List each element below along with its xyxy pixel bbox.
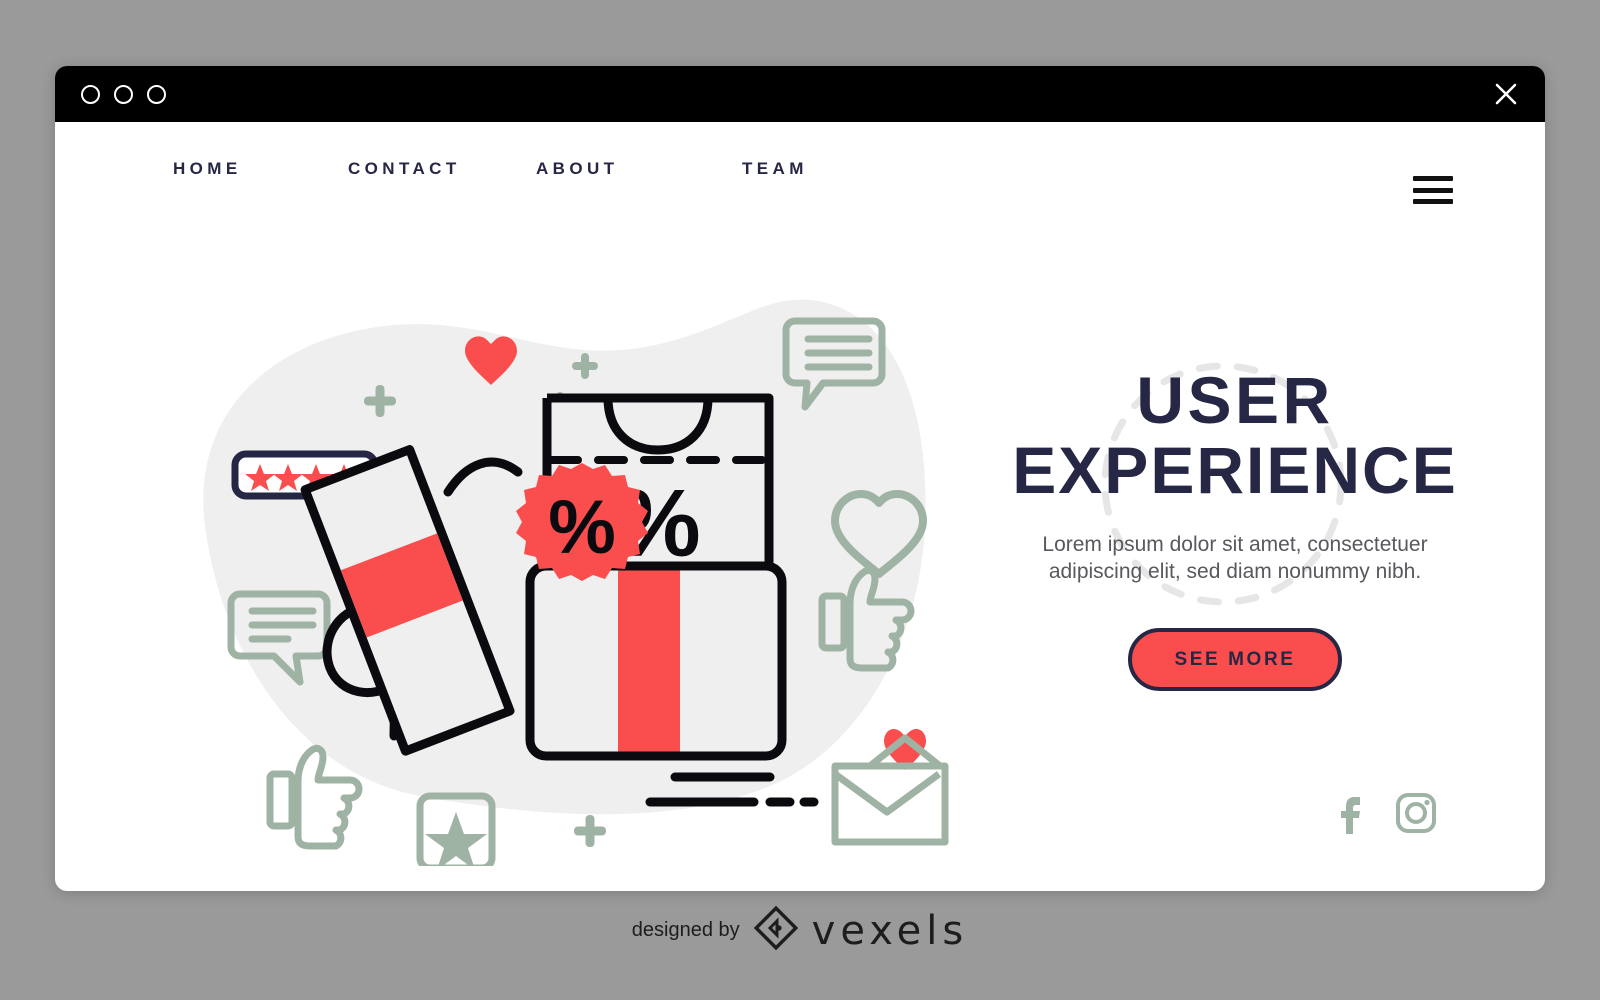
hamburger-bar-2 xyxy=(1413,187,1453,193)
gift-box-body xyxy=(525,561,787,761)
subtext-line-1: Lorem ipsum dolor sit amet, consectetuer xyxy=(1042,532,1428,556)
star-box-icon xyxy=(416,792,496,866)
hamburger-menu-icon[interactable] xyxy=(1413,176,1453,204)
window-dot-1[interactable] xyxy=(81,84,100,104)
footer-credit: designed by vexels xyxy=(0,905,1600,956)
see-more-button[interactable]: SEE MORE xyxy=(1128,627,1342,691)
facebook-icon[interactable] xyxy=(1337,791,1363,835)
hero-illustration: % % xyxy=(130,226,970,866)
envelope-heart-icon xyxy=(831,728,949,846)
hamburger-bar-1 xyxy=(1413,176,1453,181)
hamburger-bar-3 xyxy=(1413,199,1453,204)
dashed-arc-decor xyxy=(968,846,1368,891)
vexels-wordmark: vexels xyxy=(811,907,969,954)
hero-subtext: Lorem ipsum dolor sit amet, consectetuer… xyxy=(935,532,1535,586)
badge-percent-label: % xyxy=(548,485,616,570)
nav-item-home[interactable]: HOME xyxy=(173,159,348,179)
main-navigation: HOME CONTACT ABOUT TEAM xyxy=(55,122,1545,228)
window-dot-2[interactable] xyxy=(114,84,133,104)
browser-window: HOME CONTACT ABOUT TEAM % % USER EXPERIE… xyxy=(55,66,1545,891)
page-title: USER EXPERIENCE xyxy=(935,363,1535,507)
close-icon[interactable] xyxy=(1493,81,1519,107)
vexels-logo-icon xyxy=(753,905,799,956)
nav-item-contact[interactable]: CONTACT xyxy=(348,159,536,179)
nav-item-about[interactable]: ABOUT xyxy=(536,159,742,179)
subtext-line-2: adipiscing elit, sed diam nonummy nibh. xyxy=(1048,559,1422,583)
social-links xyxy=(1337,791,1437,835)
window-dot-3[interactable] xyxy=(147,84,166,104)
window-dots xyxy=(81,84,166,104)
headline-line-1: USER xyxy=(1136,363,1334,437)
nav-item-team[interactable]: TEAM xyxy=(742,159,862,179)
instagram-icon[interactable] xyxy=(1395,792,1437,834)
page-root: HOME CONTACT ABOUT TEAM % % USER EXPERIE… xyxy=(0,0,1600,1000)
headline-line-2: EXPERIENCE xyxy=(1012,432,1458,507)
hero-content: USER EXPERIENCE Lorem ipsum dolor sit am… xyxy=(935,363,1535,691)
window-titlebar xyxy=(55,66,1545,122)
nav-items: HOME CONTACT ABOUT TEAM xyxy=(55,122,862,179)
designed-by-label: designed by xyxy=(631,919,740,941)
